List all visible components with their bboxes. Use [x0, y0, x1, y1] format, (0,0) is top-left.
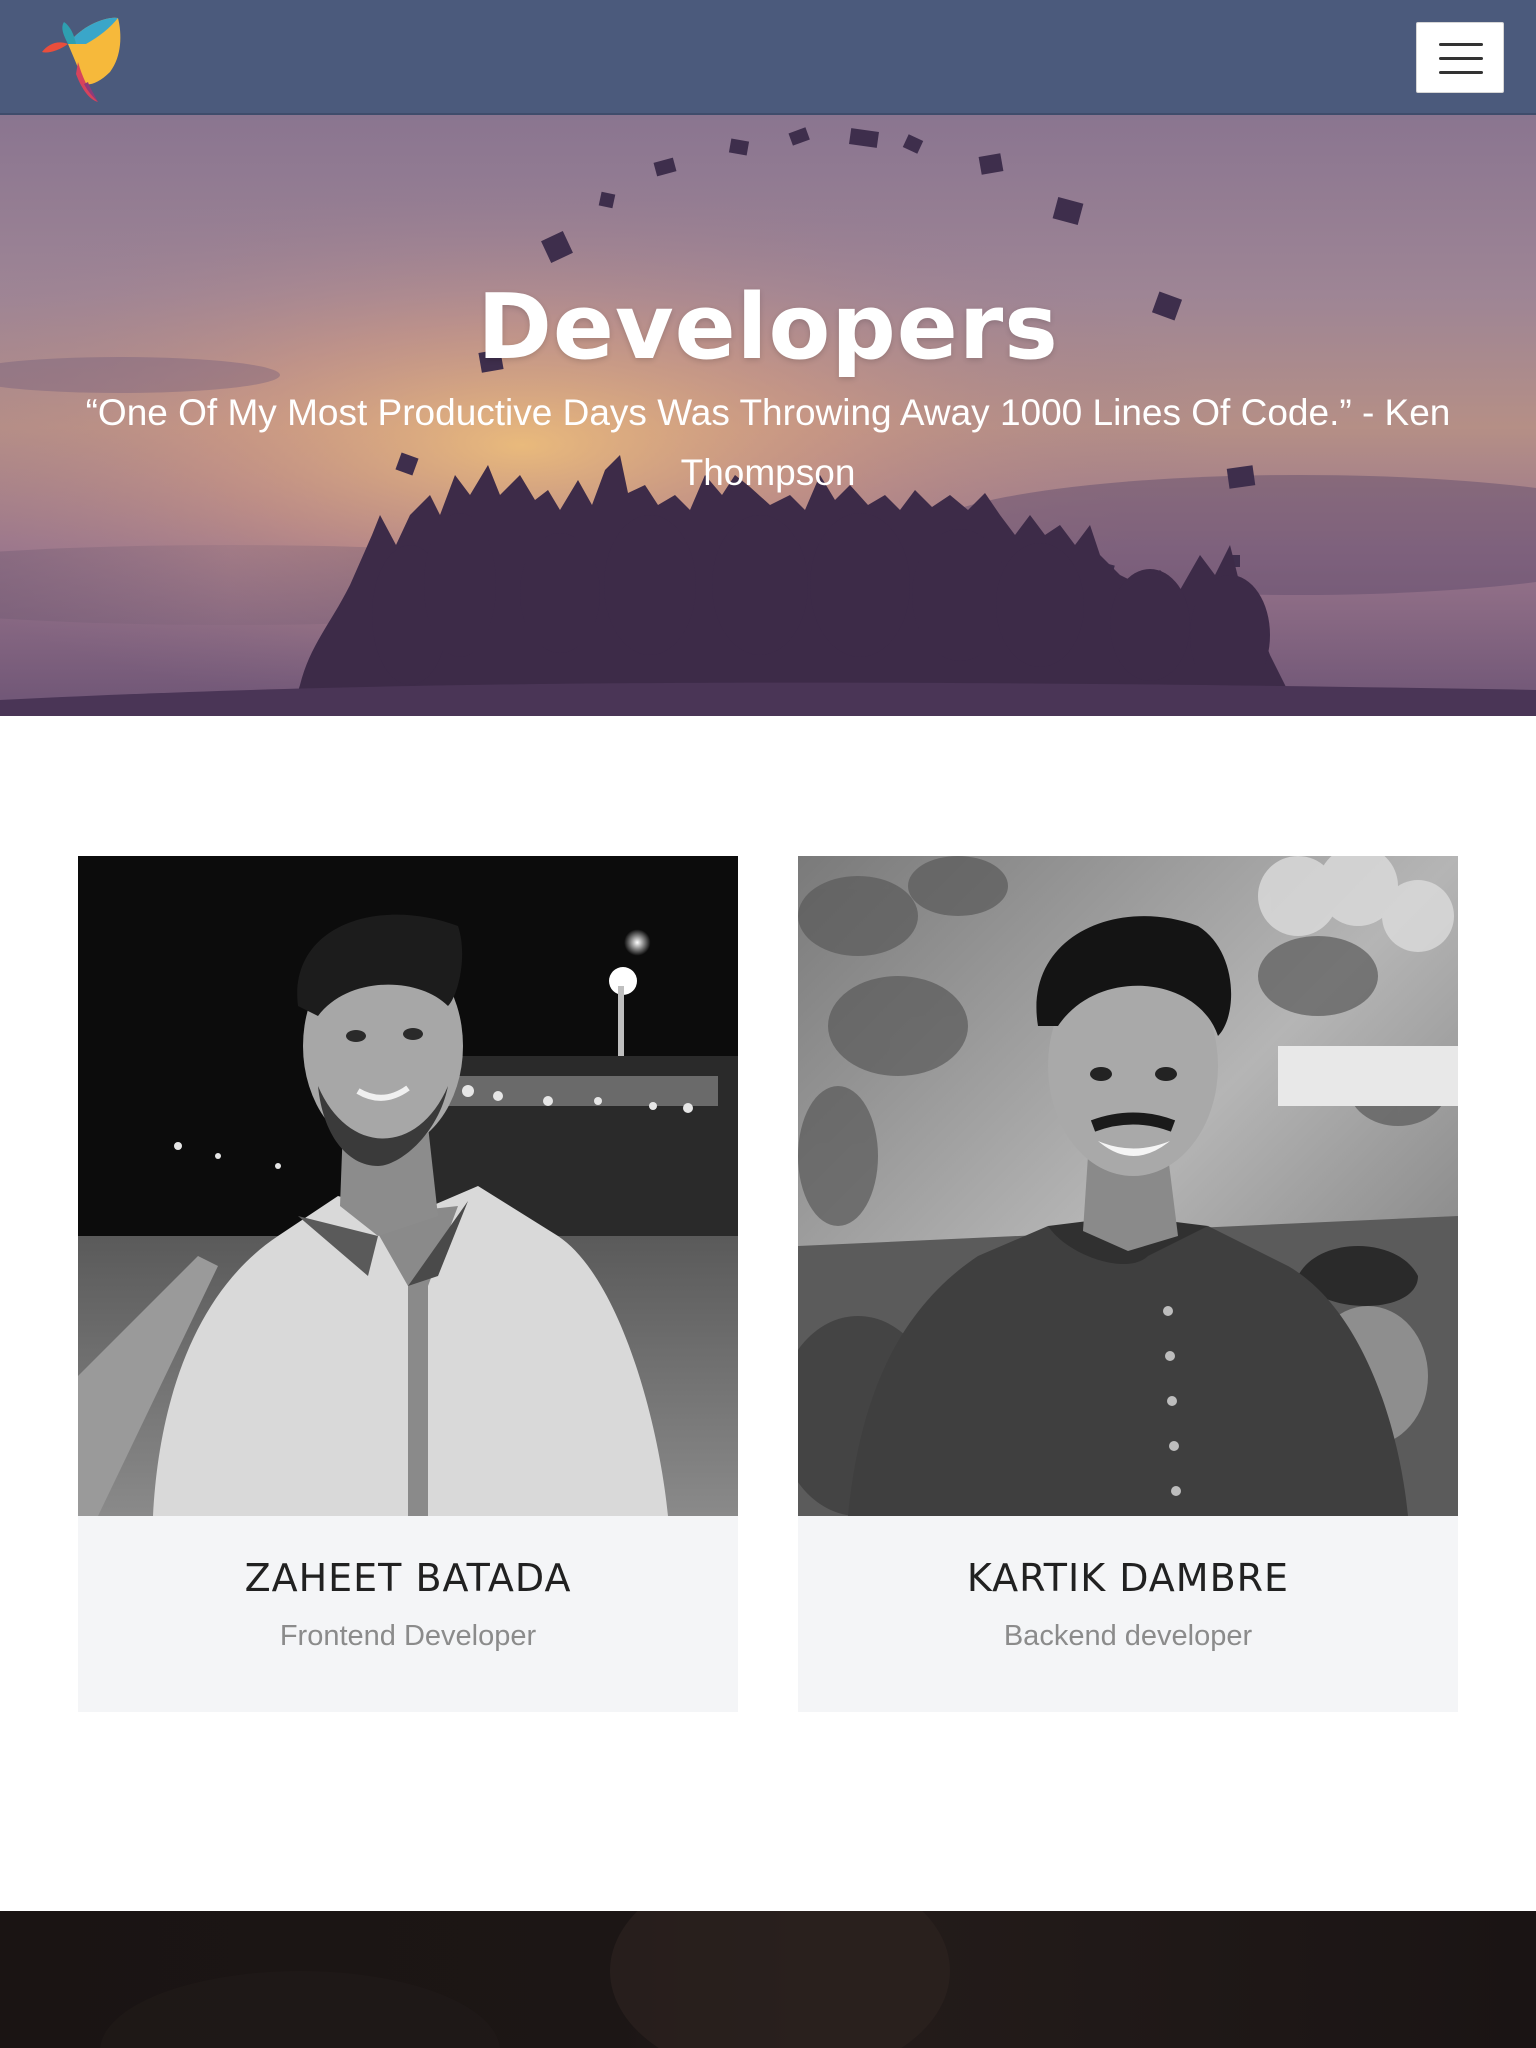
developer-name: ZAHEET BATADA: [244, 1556, 572, 1600]
developer-role: Frontend Developer: [279, 1620, 537, 1652]
hamburger-bar: [1439, 57, 1483, 60]
developer-name: KARTIK DAMBRE: [966, 1556, 1290, 1600]
developer-role: Backend developer: [1003, 1620, 1253, 1652]
developer-card: KARTIK DAMBRE Backend developer: [798, 856, 1458, 1712]
butterfly-logo-icon[interactable]: [38, 14, 124, 104]
dark-background-image: [100, 1911, 950, 2048]
hero-banner: Developers “One Of My Most Productive Da…: [0, 115, 1536, 716]
developer-photo: [78, 856, 738, 1516]
dark-background-section: [0, 1911, 1536, 2048]
hamburger-menu-button[interactable]: [1416, 22, 1504, 93]
developer-photo: [798, 856, 1458, 1516]
developer-card: ZAHEET BATADA Frontend Developer: [78, 856, 738, 1712]
page-title: Developers: [477, 275, 1059, 380]
hamburger-bar: [1439, 71, 1483, 74]
top-navbar: [0, 0, 1536, 115]
hero-quote: “One Of My Most Productive Days Was Thro…: [85, 392, 1451, 493]
hamburger-menu-icon: [1439, 43, 1483, 46]
